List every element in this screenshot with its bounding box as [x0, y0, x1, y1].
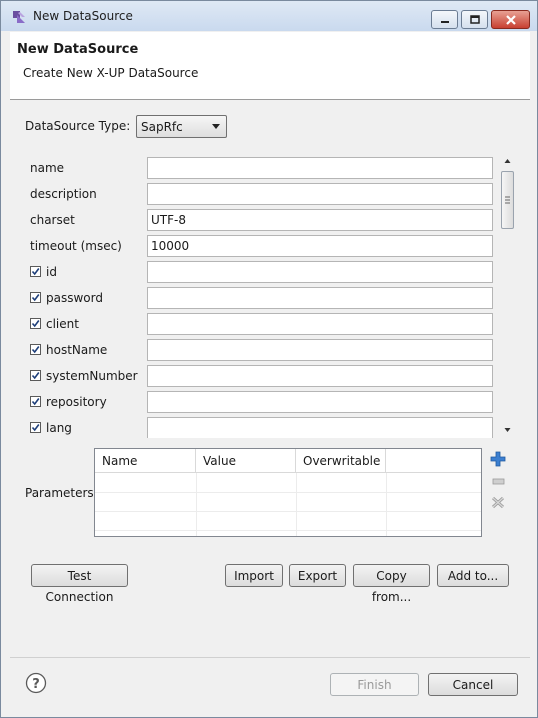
column-divider — [196, 473, 197, 536]
close-icon — [505, 14, 516, 25]
repository-field[interactable] — [147, 391, 493, 413]
property-label: hostName — [46, 343, 108, 357]
minimize-button[interactable] — [431, 10, 458, 29]
footer-divider — [10, 657, 530, 658]
add-to-button[interactable]: Add to... — [437, 564, 509, 587]
lang-checkbox[interactable] — [30, 422, 41, 433]
title-bar[interactable]: New DataSource — [1, 1, 537, 31]
client-field[interactable] — [147, 313, 493, 335]
property-label: timeout (msec) — [30, 239, 122, 253]
column-header-value[interactable]: Value — [196, 449, 296, 473]
help-icon[interactable]: ? — [25, 672, 47, 694]
cancel-button[interactable]: Cancel — [428, 673, 518, 696]
property-label: name — [30, 161, 65, 175]
checkmark-icon — [31, 424, 40, 432]
description-field[interactable] — [147, 183, 493, 205]
minimize-icon — [440, 20, 449, 23]
property-row-systemnumber: systemNumber — [25, 365, 495, 387]
hostname-field[interactable] — [147, 339, 493, 361]
scroll-down-icon[interactable] — [500, 424, 515, 436]
checkmark-icon — [31, 398, 40, 406]
column-divider — [386, 473, 387, 536]
copy-from-button[interactable]: Copy from... — [353, 564, 430, 604]
property-label: systemNumber — [46, 369, 138, 383]
password-field[interactable] — [147, 287, 493, 309]
finish-button[interactable]: Finish — [330, 673, 419, 696]
import-button[interactable]: Import — [225, 564, 283, 587]
password-checkbox[interactable] — [30, 292, 41, 303]
dialog-window: New DataSource New DataSource Create New… — [0, 0, 538, 718]
property-label: charset — [30, 213, 75, 227]
scroll-up-icon[interactable] — [500, 155, 515, 167]
property-label: password — [46, 291, 103, 305]
systemnumber-checkbox[interactable] — [30, 370, 41, 381]
property-row-timeout: timeout (msec) — [25, 235, 495, 257]
datasource-type-select[interactable]: SapRfc — [136, 115, 227, 138]
column-header-filler — [386, 449, 481, 473]
property-row-description: description — [25, 183, 495, 205]
property-label: client — [46, 317, 79, 331]
scroll-thumb[interactable] — [501, 171, 514, 229]
page-subtitle: Create New X-UP DataSource — [23, 66, 199, 80]
test-connection-button[interactable]: Test Connection — [31, 564, 128, 604]
chevron-down-icon — [212, 124, 220, 129]
close-button[interactable] — [491, 10, 530, 29]
property-label: repository — [46, 395, 107, 409]
client-checkbox[interactable] — [30, 318, 41, 329]
datasource-type-label: DataSource Type: — [25, 119, 131, 133]
window-title: New DataSource — [33, 9, 133, 23]
datasource-type-value: SapRfc — [141, 120, 183, 134]
dialog-header: New DataSource Create New X-UP DataSourc… — [10, 32, 530, 100]
property-row-name: name — [25, 157, 495, 179]
property-row-charset: charset — [25, 209, 495, 231]
name-field[interactable] — [147, 157, 493, 179]
lang-field[interactable] — [147, 417, 493, 438]
checkmark-icon — [31, 372, 40, 380]
eclipse-app-icon — [13, 11, 25, 23]
column-divider — [296, 473, 297, 536]
grip-icon — [505, 196, 510, 204]
property-scrollbar[interactable] — [500, 153, 515, 438]
table-row — [95, 511, 481, 512]
remove-parameter-icon[interactable] — [490, 494, 506, 510]
timeout-field[interactable] — [147, 235, 493, 257]
maximize-button[interactable] — [461, 10, 488, 29]
checkmark-icon — [31, 294, 40, 302]
property-label: id — [46, 265, 57, 279]
property-list: name description charset timeout (msec) … — [25, 153, 516, 438]
column-header-overwritable[interactable]: Overwritable — [296, 449, 386, 473]
property-row-id: id — [25, 261, 495, 283]
property-label: lang — [46, 421, 72, 435]
property-row-lang: lang — [25, 417, 495, 438]
maximize-icon — [469, 15, 480, 24]
property-row-client: client — [25, 313, 495, 335]
property-row-hostname: hostName — [25, 339, 495, 361]
repository-checkbox[interactable] — [30, 396, 41, 407]
page-title: New DataSource — [17, 42, 139, 57]
column-header-name[interactable]: Name — [95, 449, 196, 473]
charset-field[interactable] — [147, 209, 493, 231]
id-field[interactable] — [147, 261, 493, 283]
property-row-password: password — [25, 287, 495, 309]
property-row-repository: repository — [25, 391, 495, 413]
table-row — [95, 530, 481, 531]
hostname-checkbox[interactable] — [30, 344, 41, 355]
parameters-label: Parameters — [25, 486, 94, 500]
add-parameter-icon[interactable] — [490, 451, 506, 467]
svg-text:?: ? — [32, 677, 40, 692]
parameters-table[interactable]: Name Value Overwritable — [94, 448, 482, 537]
property-label: description — [30, 187, 97, 201]
table-row — [95, 492, 481, 493]
checkmark-icon — [31, 320, 40, 328]
systemnumber-field[interactable] — [147, 365, 493, 387]
id-checkbox[interactable] — [30, 266, 41, 277]
edit-parameter-icon[interactable] — [490, 473, 506, 489]
checkmark-icon — [31, 268, 40, 276]
checkmark-icon — [31, 346, 40, 354]
export-button[interactable]: Export — [289, 564, 346, 587]
